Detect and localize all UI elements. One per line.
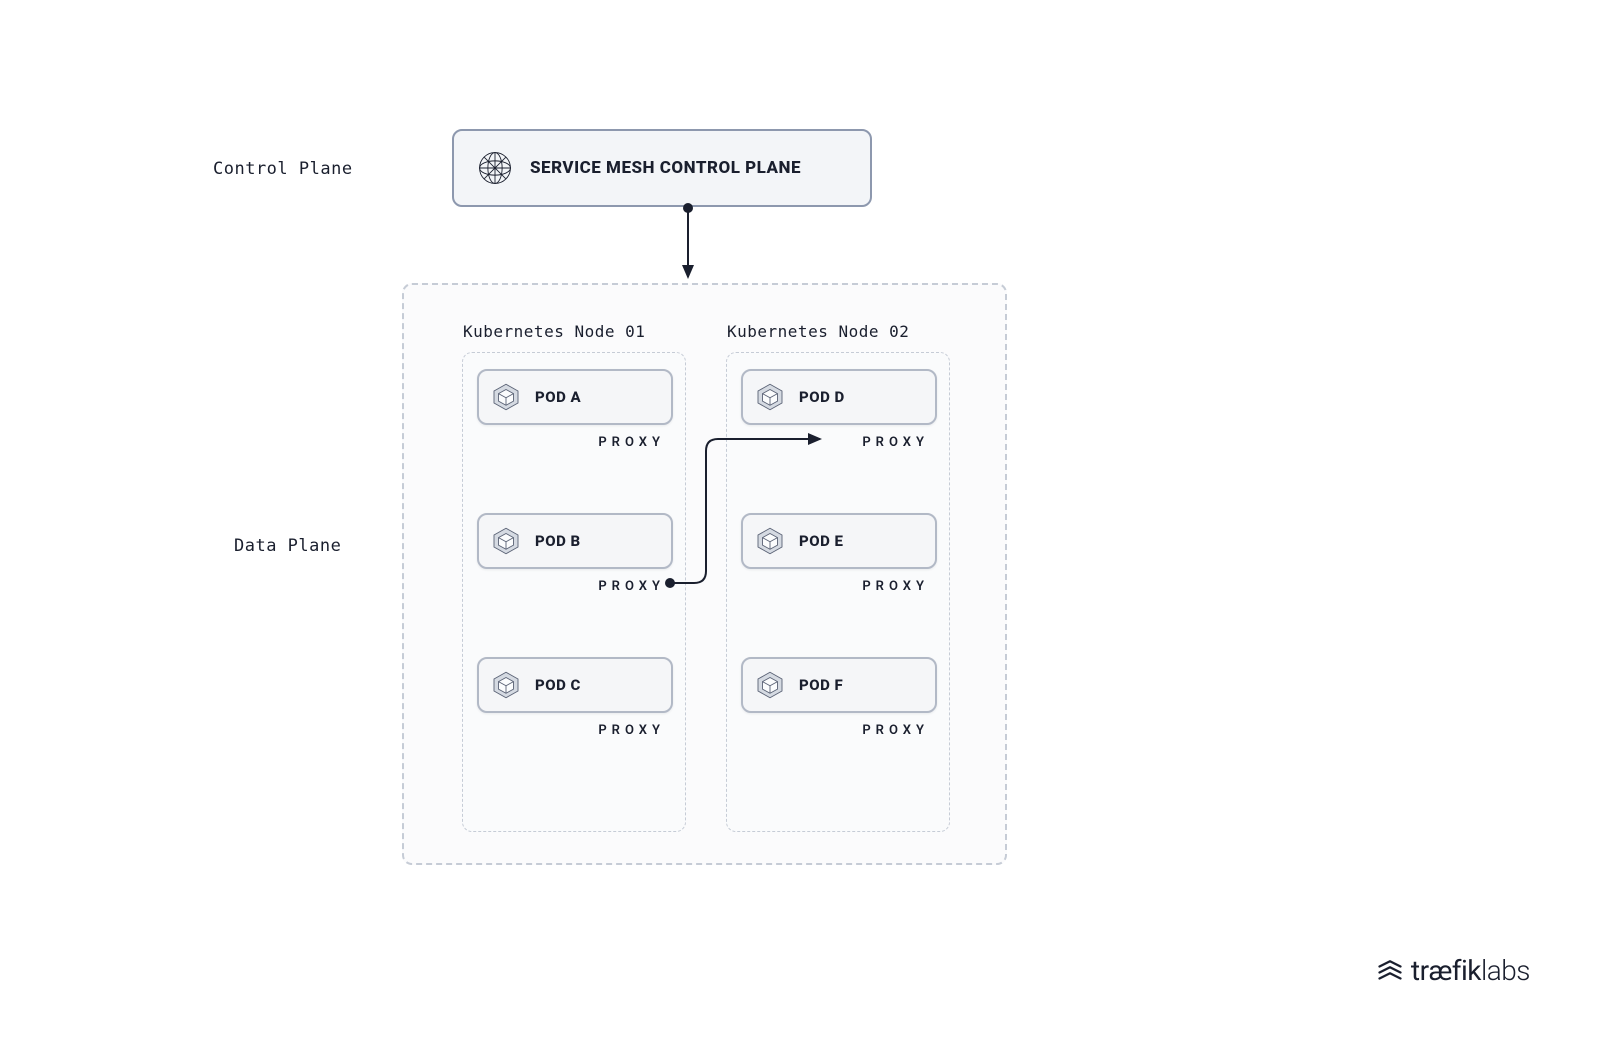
pod-f: POD F [741, 657, 937, 713]
pod-a-proxy: PROXY [598, 435, 665, 450]
control-plane-box: SERVICE MESH CONTROL PLANE [452, 129, 872, 207]
pod-d: POD D [741, 369, 937, 425]
brand-icon [1375, 956, 1405, 986]
pod-icon [491, 670, 521, 700]
pod-c: POD C [477, 657, 673, 713]
control-plane-label: Control Plane [213, 159, 353, 179]
pod-f-proxy: PROXY [862, 723, 929, 738]
mesh-icon [476, 149, 514, 187]
k8s-node-02: Kubernetes Node 02 POD D PROXY POD E PRO… [726, 352, 950, 832]
pod-icon [755, 382, 785, 412]
node-01-title: Kubernetes Node 01 [463, 322, 645, 341]
pod-b-proxy: PROXY [598, 579, 665, 594]
control-plane-title: SERVICE MESH CONTROL PLANE [530, 158, 801, 178]
data-plane-label: Data Plane [234, 536, 341, 556]
pod-icon [755, 526, 785, 556]
pod-icon [491, 382, 521, 412]
pod-icon [755, 670, 785, 700]
pod-icon [491, 526, 521, 556]
pod-d-label: POD D [799, 388, 845, 406]
data-plane-container: Kubernetes Node 01 POD A PROXY POD B PRO… [402, 283, 1007, 865]
pod-b-label: POD B [535, 532, 581, 550]
pod-b: POD B [477, 513, 673, 569]
brand-text: træfiklabs [1411, 954, 1530, 987]
pod-d-proxy: PROXY [862, 435, 929, 450]
pod-f-label: POD F [799, 676, 843, 694]
pod-e: POD E [741, 513, 937, 569]
pod-a-label: POD A [535, 388, 581, 406]
pod-e-proxy: PROXY [862, 579, 929, 594]
pod-a: POD A [477, 369, 673, 425]
pod-c-proxy: PROXY [598, 723, 665, 738]
node-02-title: Kubernetes Node 02 [727, 322, 909, 341]
k8s-node-01: Kubernetes Node 01 POD A PROXY POD B PRO… [462, 352, 686, 832]
pod-e-label: POD E [799, 532, 843, 550]
brand-logo: træfiklabs [1375, 954, 1530, 987]
pod-c-label: POD C [535, 676, 581, 694]
